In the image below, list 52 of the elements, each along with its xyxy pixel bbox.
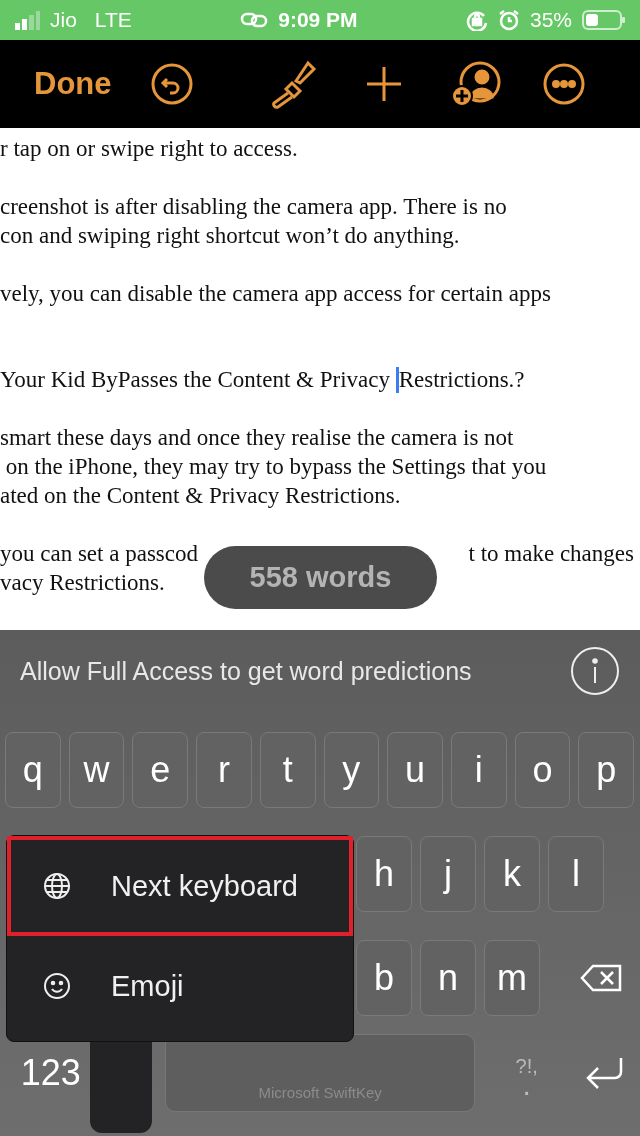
text-line: smart these days and once they realise the camera is not bbox=[0, 424, 514, 452]
letter-key[interactable]: h bbox=[356, 836, 412, 912]
text-line: t to make changes bbox=[468, 540, 634, 568]
menu-item[interactable]: Emoji bbox=[7, 936, 353, 1036]
letter-key[interactable]: o bbox=[514, 732, 571, 808]
undo-button[interactable] bbox=[149, 62, 194, 106]
letter-key[interactable]: l bbox=[548, 836, 604, 912]
signal-icon bbox=[14, 10, 40, 30]
text-line: you can set a passcod bbox=[0, 540, 198, 568]
letter-key[interactable]: y bbox=[323, 732, 380, 808]
letter-key[interactable]: m bbox=[484, 940, 540, 1016]
letter-key[interactable]: i bbox=[450, 732, 507, 808]
network-type: LTE bbox=[94, 8, 132, 32]
letter-key[interactable]: k bbox=[484, 836, 540, 912]
info-icon[interactable] bbox=[570, 646, 620, 696]
text-line: vely, you can disable the camera app access for certain apps bbox=[0, 280, 551, 308]
heading-text: Restrictions.? bbox=[398, 366, 525, 394]
text-line: con and swiping right shortcut won’t do anything. bbox=[0, 222, 460, 250]
letter-key[interactable]: b bbox=[356, 940, 412, 1016]
numbers-key[interactable]: 123 bbox=[16, 1034, 86, 1112]
text-cursor bbox=[395, 367, 399, 393]
smiley-icon bbox=[43, 972, 71, 1000]
backspace-icon bbox=[579, 963, 623, 993]
prediction-message: Allow Full Access to get word predictions bbox=[20, 656, 472, 686]
letter-key[interactable]: p bbox=[578, 732, 635, 808]
carrier-name: Jio bbox=[50, 8, 77, 32]
battery-percent: 35% bbox=[530, 8, 572, 32]
done-button[interactable]: Done bbox=[34, 66, 112, 102]
text-line: vacy Restrictions. bbox=[0, 569, 165, 597]
letter-key[interactable]: n bbox=[420, 940, 476, 1016]
letter-key[interactable]: e bbox=[132, 732, 189, 808]
clock-time: 9:09 PM bbox=[278, 8, 358, 32]
letter-key[interactable]: w bbox=[68, 732, 125, 808]
letter-key[interactable]: j bbox=[420, 836, 476, 912]
text-line: creenshot is after disabling the camera app. There is no bbox=[0, 193, 507, 221]
word-count-badge: 558 words bbox=[204, 546, 437, 609]
return-arrow-icon bbox=[584, 1056, 625, 1090]
letter-key[interactable]: q bbox=[5, 732, 61, 808]
letter-key[interactable]: t bbox=[259, 732, 316, 808]
menu-item[interactable]: Next keyboard bbox=[7, 836, 353, 936]
more-button[interactable] bbox=[541, 62, 586, 106]
letter-key[interactable]: r bbox=[196, 732, 252, 808]
letter-key[interactable]: u bbox=[387, 732, 443, 808]
text-line: r tap on or swipe right to access. bbox=[0, 135, 298, 163]
rotation-lock-icon bbox=[466, 9, 488, 31]
text-line: on the iPhone, they may try to bypass the Settings that you bbox=[4, 453, 547, 481]
link-icon bbox=[240, 12, 269, 28]
globe-icon bbox=[43, 872, 71, 900]
alarm-icon bbox=[498, 9, 520, 31]
heading-text: Your Kid ByPasses the Content & Privacy bbox=[0, 366, 391, 394]
battery-icon bbox=[582, 9, 626, 31]
text-line: ated on the Content & Privacy Restrictions. bbox=[0, 482, 401, 510]
